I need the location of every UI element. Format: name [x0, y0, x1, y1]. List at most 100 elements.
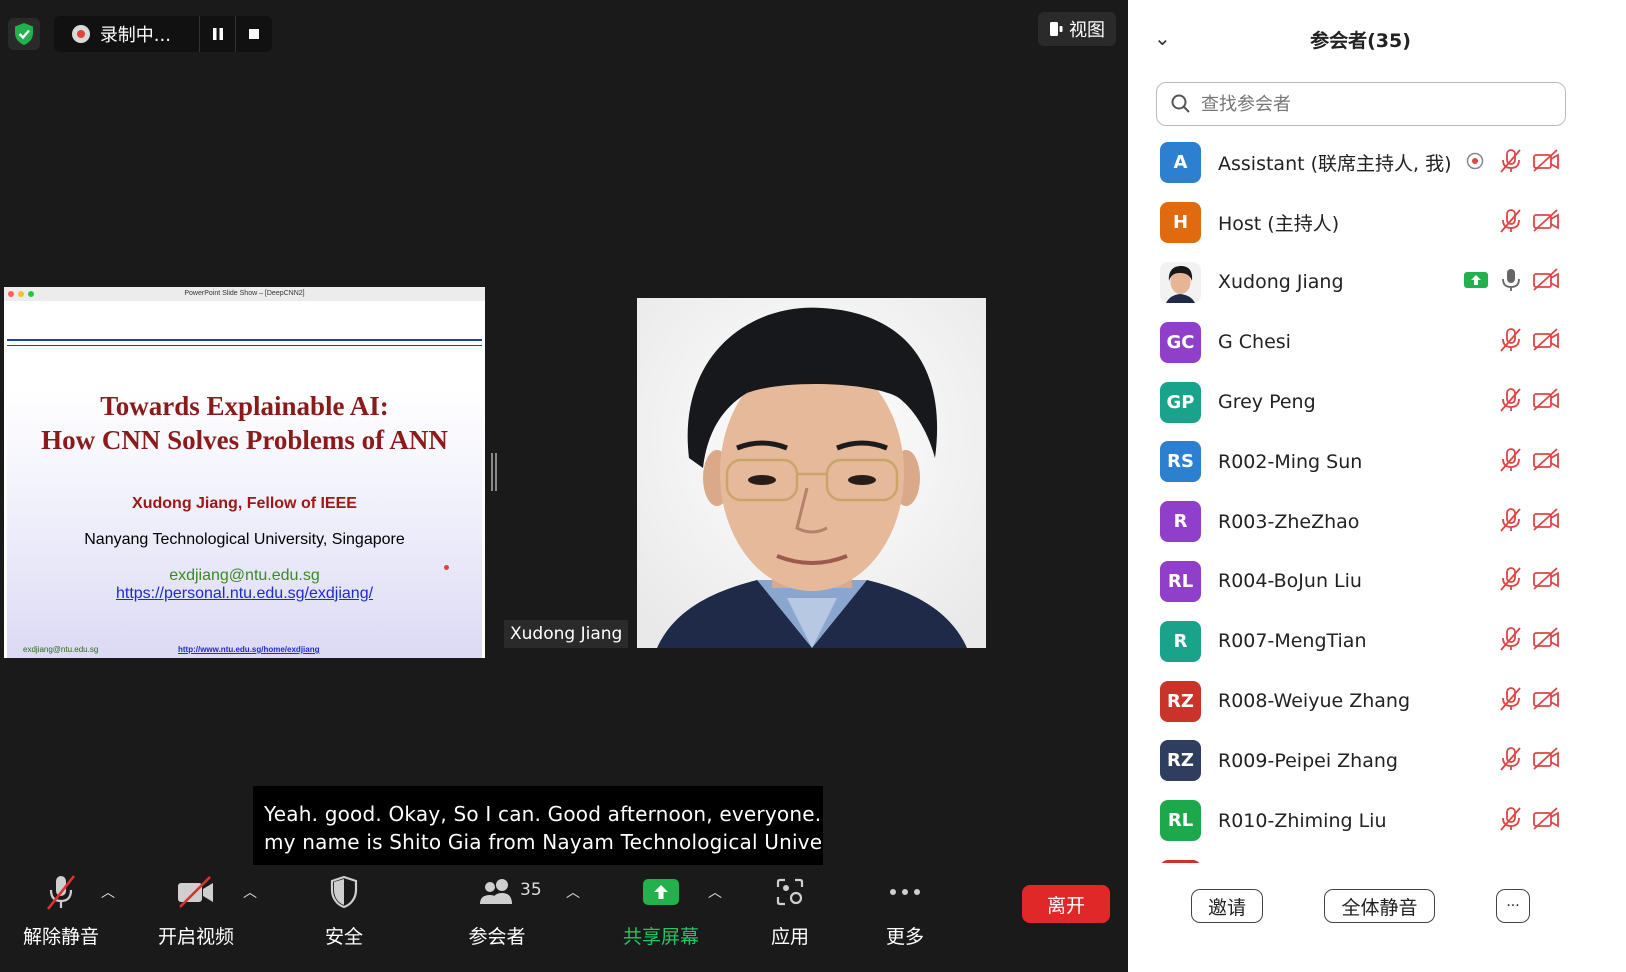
mic-muted-icon[interactable]	[1498, 148, 1524, 178]
start-video-label: 开启视频	[158, 926, 235, 948]
mute-all-button[interactable]: 全体静音	[1324, 889, 1435, 923]
encryption-shield-icon[interactable]	[8, 18, 40, 50]
participant-name: R008-Weiyue Zhang	[1218, 690, 1411, 713]
participant-avatar	[1160, 859, 1201, 863]
meeting-area: 录制中... 视图 PowerPoint Slide Show – [DeepC…	[0, 0, 1128, 972]
mic-muted-icon[interactable]	[1498, 626, 1524, 656]
slide-title: Towards Explainable AI: How CNN Solves P…	[7, 389, 482, 457]
participant-name: Grey Peng	[1218, 391, 1316, 414]
participant-row[interactable]: Xudong Jiang	[1128, 253, 1626, 313]
mic-muted-icon[interactable]	[1498, 746, 1524, 776]
view-button[interactable]: 视图	[1038, 12, 1116, 46]
camera-off-icon	[1532, 209, 1560, 237]
participant-row[interactable]: RS R002-Ming Sun	[1128, 432, 1626, 492]
share-options-chevron-icon[interactable]: ︿	[708, 882, 722, 902]
slide-footer-url[interactable]: http://www.ntu.edu.sg/home/exdjiang	[178, 645, 319, 654]
more-label: 更多	[885, 926, 924, 948]
participants-panel: ⌄ 参会者(35) AAssistant (联席主持人, 我)HHost (主持…	[1128, 0, 1626, 972]
participant-row[interactable]: GC G Chesi	[1128, 312, 1626, 372]
participant-avatar: RS	[1160, 441, 1201, 483]
participant-name: R003-ZheZhao	[1218, 510, 1360, 533]
slide-rule-top	[7, 339, 482, 341]
maximize-dot-icon	[28, 291, 34, 297]
participant-row[interactable]: A Assistant (联席主持人, 我)	[1128, 133, 1626, 193]
recording-dot-icon	[72, 25, 90, 43]
mic-muted-icon[interactable]	[1498, 806, 1524, 836]
participant-avatar: R	[1160, 620, 1201, 662]
camera-off-icon	[1532, 268, 1560, 296]
split-view-handle[interactable]	[491, 453, 497, 491]
slide-affiliation: Nanyang Technological University, Singap…	[84, 531, 405, 548]
slide-author: Xudong Jiang, Fellow of IEEE	[132, 495, 357, 512]
participant-row-partial[interactable]	[1128, 851, 1626, 863]
participant-avatar: RZ	[1160, 680, 1201, 722]
share-screen-button[interactable]: 共享屏幕	[622, 872, 700, 949]
participant-avatar: A	[1160, 142, 1201, 184]
participant-row[interactable]: R R003-ZheZhao	[1128, 492, 1626, 552]
panel-more-button[interactable]: ···	[1496, 889, 1530, 923]
participant-row[interactable]: GP Grey Peng	[1128, 372, 1626, 432]
participant-name: R010-Zhiming Liu	[1218, 809, 1387, 832]
speaker-portrait-image	[637, 298, 986, 648]
participant-search[interactable]	[1156, 82, 1566, 126]
participant-avatar: RL	[1160, 800, 1201, 842]
invite-button[interactable]: 邀请	[1191, 889, 1263, 923]
apps-button[interactable]: 应用	[770, 872, 810, 949]
minimize-dot-icon	[18, 291, 24, 297]
camera-off-icon	[1532, 448, 1560, 476]
more-button[interactable]: 更多	[885, 872, 925, 949]
participant-row[interactable]: RL R010-Zhiming Liu	[1128, 791, 1626, 851]
audio-options-chevron-icon[interactable]: ︿	[101, 882, 115, 902]
mic-muted-icon[interactable]	[1498, 686, 1524, 716]
shared-screen[interactable]: PowerPoint Slide Show – [DeepCNN2] Towar…	[4, 287, 485, 658]
unmute-button[interactable]: 解除静音	[23, 872, 99, 949]
participants-button[interactable]: 参会者	[466, 872, 528, 949]
start-video-button[interactable]: 开启视频	[158, 872, 234, 949]
participant-name: R004-BoJun Liu	[1218, 570, 1362, 593]
slide-url-link[interactable]: https://personal.ntu.edu.sg/exdjiang/	[7, 585, 482, 603]
participant-row[interactable]: RL R004-BoJun Liu	[1128, 552, 1626, 612]
mic-muted-icon[interactable]	[1498, 208, 1524, 238]
share-screen-label: 共享屏幕	[622, 926, 699, 948]
recording-label: 录制中...	[99, 25, 171, 46]
camera-off-icon	[176, 872, 216, 912]
mic-muted-icon[interactable]	[1498, 447, 1524, 477]
video-options-chevron-icon[interactable]: ︿	[243, 882, 257, 902]
mic-on-icon[interactable]	[1498, 267, 1524, 297]
pause-recording-button[interactable]	[198, 16, 236, 52]
camera-off-icon	[1532, 388, 1560, 416]
camera-off-icon	[1532, 806, 1560, 835]
participant-name: G Chesi	[1218, 331, 1291, 354]
participant-row[interactable]: RZ R009-Peipei Zhang	[1128, 731, 1626, 791]
camera-off-icon	[1532, 747, 1560, 775]
participant-row[interactable]: R R007-MengTian	[1128, 611, 1626, 671]
participant-name: Host (主持人)	[1218, 213, 1340, 236]
mic-muted-icon[interactable]	[1498, 327, 1524, 357]
participants-panel-title: 参会者(35)	[1310, 30, 1411, 52]
slide-title-line1: Towards Explainable AI:	[100, 391, 389, 421]
camera-off-icon	[1532, 149, 1560, 177]
participant-name: R009-Peipei Zhang	[1218, 749, 1398, 772]
slide-title-line2: How CNN Solves Problems of ANN	[41, 425, 448, 455]
participant-row[interactable]: H Host (主持人)	[1128, 193, 1626, 253]
leave-button[interactable]: 离开	[1022, 885, 1110, 923]
mic-muted-icon[interactable]	[1498, 387, 1524, 417]
camera-off-icon	[1532, 567, 1560, 595]
participant-avatar: RL	[1160, 560, 1201, 602]
security-button[interactable]: 安全	[316, 872, 372, 949]
camera-off-icon	[1532, 508, 1560, 536]
participant-search-input[interactable]	[1199, 92, 1503, 116]
slide-email: exdjiang@ntu.edu.sg	[169, 567, 320, 584]
stop-recording-button[interactable]	[235, 16, 272, 52]
participants-options-chevron-icon[interactable]: ︿	[566, 882, 580, 902]
mic-muted-icon[interactable]	[1498, 566, 1524, 596]
participant-name: R002-Ming Sun	[1218, 450, 1363, 473]
participant-row[interactable]: RZ R008-Weiyue Zhang	[1128, 671, 1626, 731]
security-label: 安全	[324, 926, 363, 948]
caption-line-1: Yeah. good. Okay, So I can. Good afterno…	[264, 802, 823, 826]
stop-icon	[249, 29, 260, 39]
camera-off-icon	[1532, 687, 1560, 715]
slide-rule-bottom	[7, 345, 482, 346]
mic-muted-icon[interactable]	[1498, 507, 1524, 537]
participant-video[interactable]	[637, 298, 986, 648]
